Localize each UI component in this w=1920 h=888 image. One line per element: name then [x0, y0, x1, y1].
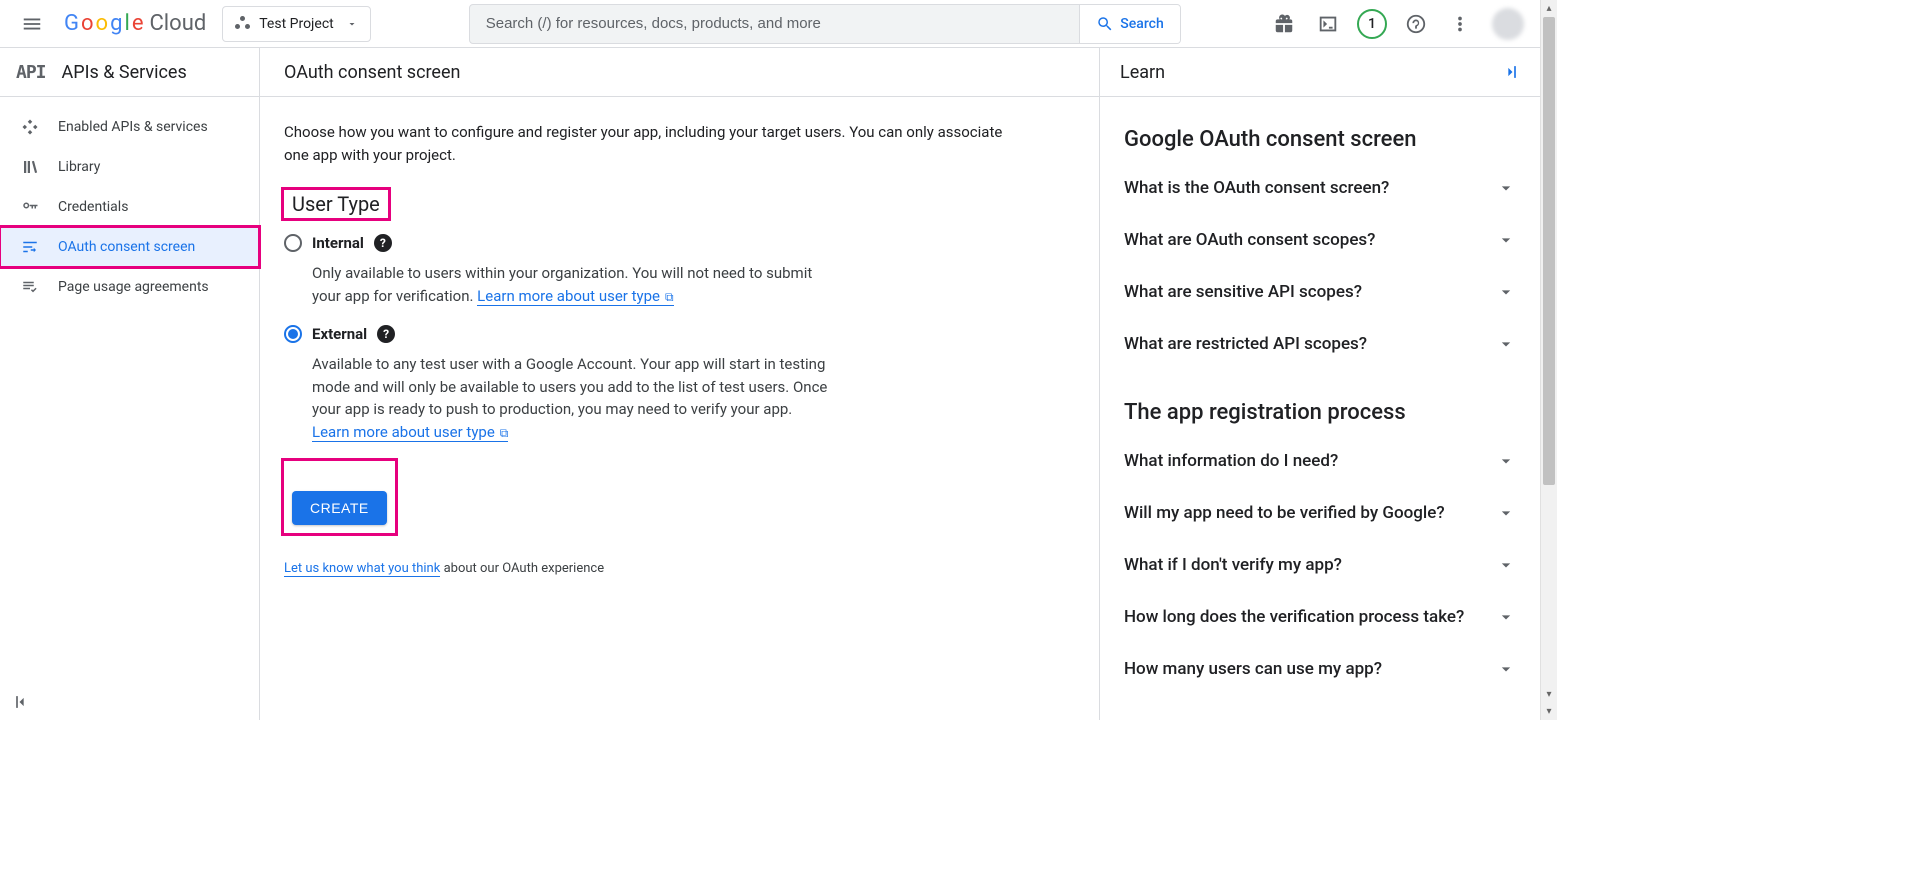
scroll-track[interactable]: [1541, 17, 1557, 686]
chevron-down-icon: [1496, 451, 1516, 471]
gift-icon[interactable]: [1264, 4, 1304, 44]
accordion-what-is-oauth[interactable]: What is the OAuth consent screen?: [1124, 162, 1516, 214]
create-button[interactable]: CREATE: [292, 491, 387, 525]
sidebar-item-label: Page usage agreements: [58, 279, 209, 295]
accordion-how-long[interactable]: How long does the verification process t…: [1124, 591, 1516, 643]
accordion-how-many-users[interactable]: How many users can use my app?: [1124, 643, 1516, 695]
search-button[interactable]: Search: [1079, 5, 1179, 43]
agreements-icon: [20, 278, 40, 296]
accordion-restricted-scopes[interactable]: What are restricted API scopes?: [1124, 318, 1516, 370]
library-icon: [20, 158, 40, 176]
api-icon: API: [16, 62, 46, 83]
accordion-consent-scopes[interactable]: What are OAuth consent scopes?: [1124, 214, 1516, 266]
chevron-down-icon: [1496, 178, 1516, 198]
learn-title: Learn: [1120, 62, 1165, 83]
oauth-icon: [20, 238, 40, 256]
sidebar-nav: Enabled APIs & services Library Credenti…: [0, 97, 259, 307]
radio-external-label: External: [312, 325, 367, 343]
sidebar-item-label: Library: [58, 159, 100, 175]
radio-external[interactable]: [284, 325, 302, 343]
radio-internal[interactable]: [284, 234, 302, 252]
chevron-down-icon: [1496, 230, 1516, 250]
feedback-line: Let us know what you think about our OAu…: [284, 561, 1016, 576]
accordion-what-info[interactable]: What information do I need?: [1124, 435, 1516, 487]
internal-description: Only available to users within your orga…: [312, 262, 832, 307]
sidebar-item-credentials[interactable]: Credentials: [0, 187, 259, 227]
chevron-down-icon: [1496, 282, 1516, 302]
radio-internal-label: Internal: [312, 234, 364, 252]
scroll-down-icon-2[interactable]: ▾: [1546, 703, 1551, 720]
enabled-apis-icon: [20, 118, 40, 136]
more-vert-icon[interactable]: [1440, 4, 1480, 44]
page-title: OAuth consent screen: [284, 62, 460, 83]
learn-section-2-heading: The app registration process: [1124, 400, 1516, 425]
scroll-down-icon[interactable]: ▾: [1546, 686, 1551, 703]
search-input[interactable]: [470, 5, 1080, 43]
project-picker[interactable]: Test Project: [222, 6, 370, 42]
chevron-down-icon: [1496, 503, 1516, 523]
cloud-shell-icon[interactable]: [1308, 4, 1348, 44]
sidebar-collapse-icon[interactable]: [12, 692, 32, 712]
external-link-icon: ⧉: [497, 426, 509, 440]
learn-header: Learn: [1100, 48, 1540, 97]
chevron-down-icon: [1496, 334, 1516, 354]
chevron-down-icon: [1496, 607, 1516, 627]
user-type-heading: User Type: [284, 190, 388, 218]
external-link-icon: ⧉: [662, 290, 674, 304]
chevron-down-icon: [1496, 659, 1516, 679]
project-icon: [235, 16, 251, 32]
caret-down-icon: [346, 18, 358, 30]
learn-section-1-heading: Google OAuth consent screen: [1124, 127, 1516, 152]
sidebar-item-page-usage[interactable]: Page usage agreements: [0, 267, 259, 307]
scroll-up-icon[interactable]: ▴: [1541, 0, 1557, 17]
help-icon[interactable]: [1396, 4, 1436, 44]
learn-more-internal-link[interactable]: Learn more about user type ⧉: [477, 287, 673, 306]
learn-more-external-link[interactable]: Learn more about user type ⧉: [312, 423, 508, 442]
intro-text: Choose how you want to configure and reg…: [284, 121, 1016, 166]
logo-cloud-text: Cloud: [149, 11, 206, 36]
sidebar: API APIs & Services Enabled APIs & servi…: [0, 48, 260, 720]
key-icon: [20, 198, 40, 216]
sidebar-item-oauth-consent[interactable]: OAuth consent screen: [0, 227, 259, 267]
main: OAuth consent screen Choose how you want…: [260, 48, 1100, 720]
scroll-thumb[interactable]: [1543, 17, 1555, 485]
menu-icon[interactable]: [8, 0, 56, 48]
trial-badge[interactable]: 1: [1352, 4, 1392, 44]
search-button-label: Search: [1120, 16, 1163, 32]
project-name: Test Project: [259, 16, 333, 32]
help-internal-icon[interactable]: ?: [374, 234, 392, 252]
sidebar-item-label: OAuth consent screen: [58, 239, 195, 255]
sidebar-item-enabled-apis[interactable]: Enabled APIs & services: [0, 107, 259, 147]
help-external-icon[interactable]: ?: [377, 325, 395, 343]
topbar-right: 1: [1264, 4, 1532, 44]
external-description: Available to any test user with a Google…: [312, 353, 832, 443]
sidebar-title: APIs & Services: [62, 62, 187, 83]
chevron-down-icon: [1496, 555, 1516, 575]
search-icon: [1096, 15, 1114, 33]
main-header: OAuth consent screen: [260, 48, 1099, 97]
learn-panel: Learn Google OAuth consent screen What i…: [1100, 48, 1540, 720]
searchbar: Search: [469, 4, 1181, 44]
google-cloud-logo[interactable]: Google Cloud: [64, 11, 214, 36]
feedback-link[interactable]: Let us know what you think: [284, 561, 440, 577]
accordion-dont-verify[interactable]: What if I don't verify my app?: [1124, 539, 1516, 591]
collapse-learn-icon[interactable]: [1500, 62, 1520, 82]
sidebar-item-library[interactable]: Library: [0, 147, 259, 187]
sidebar-item-label: Enabled APIs & services: [58, 119, 208, 135]
browser-scrollbar[interactable]: ▴ ▾ ▾: [1540, 0, 1557, 720]
avatar[interactable]: [1492, 8, 1524, 40]
accordion-sensitive-scopes[interactable]: What are sensitive API scopes?: [1124, 266, 1516, 318]
user-type-radio-group: Internal ? Only available to users withi…: [284, 234, 1016, 443]
accordion-need-verified[interactable]: Will my app need to be verified by Googl…: [1124, 487, 1516, 539]
topbar: Google Cloud Test Project Search: [0, 0, 1540, 48]
sidebar-header: API APIs & Services: [0, 48, 259, 97]
create-button-highlight: CREATE: [284, 461, 395, 533]
sidebar-item-label: Credentials: [58, 199, 128, 215]
